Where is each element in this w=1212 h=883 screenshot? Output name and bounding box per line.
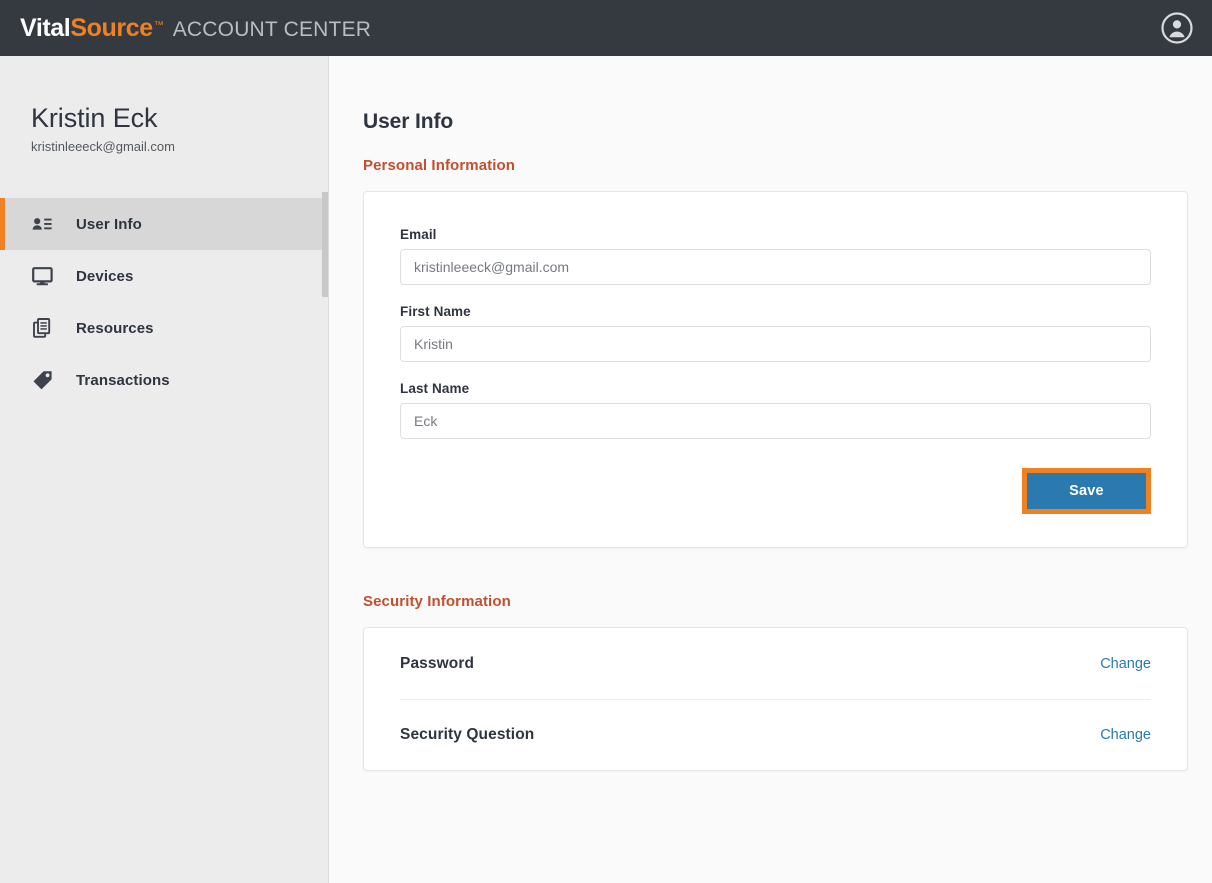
save-row: Save [400, 468, 1151, 514]
security-question-label: Security Question [400, 726, 534, 744]
brand-logo[interactable]: VitalSource™ ACCOUNT CENTER [20, 14, 371, 43]
contact-card-icon [31, 213, 53, 235]
sidebar-item-label: Devices [76, 268, 133, 285]
tag-icon [31, 369, 53, 391]
last-name-input[interactable] [400, 403, 1151, 439]
app-name-label: ACCOUNT CENTER [173, 18, 371, 42]
sidebar-user-block: Kristin Eck kristinleeeck@gmail.com [0, 56, 328, 154]
sidebar: Kristin Eck kristinleeeck@gmail.com User… [0, 56, 329, 883]
sidebar-item-transactions[interactable]: Transactions [0, 354, 328, 406]
brand-primary-text: Vital [20, 14, 70, 43]
brand-secondary-text: Source [70, 14, 152, 43]
first-name-input[interactable] [400, 326, 1151, 362]
sidebar-item-devices[interactable]: Devices [0, 250, 328, 302]
sidebar-nav: User Info Devices [0, 198, 328, 406]
sidebar-user-email: kristinleeeck@gmail.com [31, 139, 328, 154]
sidebar-scrollbar[interactable] [322, 192, 328, 297]
security-question-row: Security Question Change [400, 699, 1151, 770]
last-name-field-group: Last Name [400, 381, 1151, 439]
user-circle-icon[interactable] [1160, 11, 1194, 45]
sidebar-user-name: Kristin Eck [31, 103, 328, 134]
last-name-label: Last Name [400, 381, 1151, 396]
change-password-link[interactable]: Change [1100, 656, 1151, 672]
sidebar-item-label: Transactions [76, 372, 170, 389]
documents-icon [31, 317, 53, 339]
password-label: Password [400, 655, 474, 673]
sidebar-item-label: User Info [76, 216, 142, 233]
main-content: User Info Personal Information Email Fir… [330, 56, 1212, 883]
sidebar-item-label: Resources [76, 320, 154, 337]
email-field-group: Email [400, 227, 1151, 285]
password-row: Password Change [400, 628, 1151, 699]
security-information-card: Password Change Security Question Change [363, 627, 1188, 771]
personal-information-card: Email First Name Last Name Save [363, 191, 1188, 548]
top-header-bar: VitalSource™ ACCOUNT CENTER [0, 0, 1212, 56]
email-label: Email [400, 227, 1151, 242]
monitor-icon [31, 265, 53, 287]
personal-information-heading: Personal Information [363, 157, 1188, 174]
save-button[interactable]: Save [1027, 473, 1146, 509]
change-security-question-link[interactable]: Change [1100, 727, 1151, 743]
save-button-highlight: Save [1022, 468, 1151, 514]
first-name-field-group: First Name [400, 304, 1151, 362]
trademark-icon: ™ [154, 20, 164, 31]
page-title: User Info [363, 110, 1188, 134]
sidebar-item-resources[interactable]: Resources [0, 302, 328, 354]
security-information-heading: Security Information [363, 593, 1188, 610]
email-input[interactable] [400, 249, 1151, 285]
sidebar-item-user-info[interactable]: User Info [0, 198, 328, 250]
first-name-label: First Name [400, 304, 1151, 319]
